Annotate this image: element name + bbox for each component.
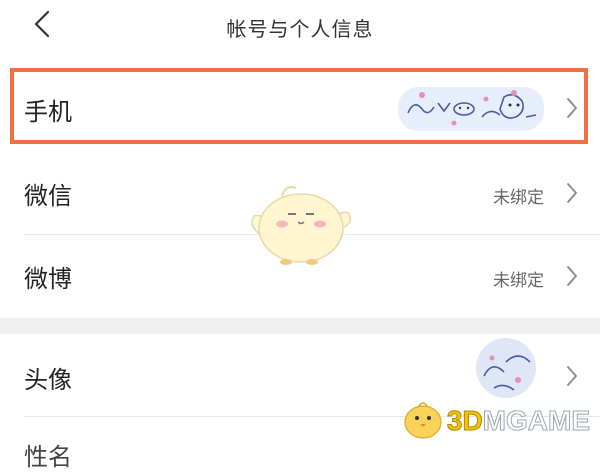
row-weibo-value: 未绑定 [493,271,544,291]
watermark-mgame: MGAME [482,405,590,437]
chevron-right-icon [564,364,580,388]
avatar-sticker-image [460,338,544,398]
row-wechat-label: 微信 [24,182,72,210]
row-phone-label: 手机 [24,98,72,126]
watermark-3d: 3D [446,405,483,437]
chevron-right-icon [564,181,580,205]
chevron-right-icon [564,96,580,120]
phone-sticker-image [394,82,544,134]
page-title: 帐号与个人信息 [226,17,374,41]
top-bar: 帐号与个人信息 [0,0,600,60]
row-weibo-label: 微博 [24,265,72,293]
row-wechat-value: 未绑定 [493,188,544,208]
chick-mascot-image [246,176,356,272]
row-avatar-label: 头像 [24,366,72,394]
row-phone[interactable]: 手机 [0,68,600,148]
3dmgame-watermark: 3D MGAME [399,396,591,446]
watermark-chick-icon [399,396,447,446]
section-separator [0,318,600,334]
chevron-right-icon [564,264,580,288]
row-name-label: 性名 [24,443,72,471]
